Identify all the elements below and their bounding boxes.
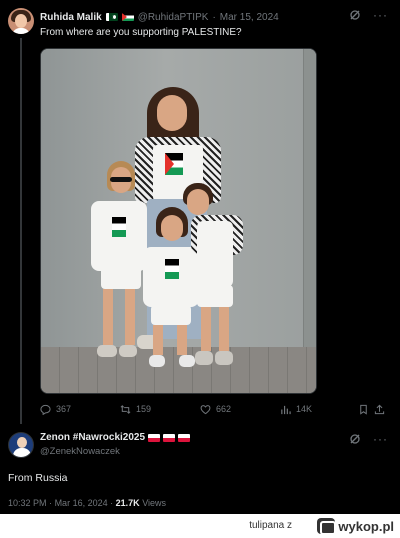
reply-time[interactable]: 10:32 PM bbox=[8, 498, 47, 508]
reply-author-name-row: Zenon #Nawrocki2025 bbox=[40, 432, 191, 443]
palestine-flag-icon bbox=[121, 13, 134, 21]
views-action[interactable]: 14K bbox=[280, 402, 312, 416]
poland-flag-icon bbox=[148, 433, 161, 442]
reply-text: From Russia bbox=[8, 472, 68, 484]
share-action[interactable] bbox=[374, 402, 385, 416]
footer-username[interactable]: tulipana bbox=[249, 520, 284, 531]
tweet-date[interactable]: Mar 15, 2024 bbox=[220, 12, 279, 23]
tweet-photo[interactable] bbox=[40, 48, 317, 394]
reply-views-count: 21.7K bbox=[115, 498, 140, 508]
tweet-text: From where are you supporting PALESTINE? bbox=[40, 27, 242, 38]
thread-line bbox=[20, 38, 22, 424]
reply-views-label: Views bbox=[142, 498, 167, 508]
heart-icon bbox=[200, 404, 211, 414]
bookmark-icon bbox=[360, 404, 367, 415]
wykop-footer: tulipana z wykop.pl bbox=[0, 514, 400, 538]
repost-action[interactable]: 159 bbox=[120, 402, 151, 416]
share-icon bbox=[374, 404, 385, 414]
original-tweet: Ruhida Malik @RuhidaPTIPK · Mar 15, 2024… bbox=[0, 0, 400, 424]
like-action[interactable]: 662 bbox=[200, 402, 231, 416]
repost-count: 159 bbox=[136, 404, 152, 414]
tweet-actions: 367 159 662 14K bbox=[40, 402, 385, 416]
reply-count: 367 bbox=[56, 404, 72, 414]
reply-date[interactable]: Mar 16, 2024 bbox=[55, 498, 108, 508]
author-handle[interactable]: @RuhidaPTIPK bbox=[138, 12, 209, 23]
bookmark-action[interactable] bbox=[358, 402, 369, 416]
more-options-icon[interactable]: ··· bbox=[373, 433, 388, 445]
meta-separator: · bbox=[49, 498, 53, 508]
grok-icon[interactable] bbox=[349, 9, 361, 21]
more-options-icon[interactable]: ··· bbox=[373, 9, 388, 21]
repost-icon bbox=[120, 404, 131, 414]
header-separator: · bbox=[212, 11, 216, 23]
avatar[interactable] bbox=[8, 8, 34, 34]
like-count: 662 bbox=[216, 404, 232, 414]
meta-separator: · bbox=[110, 498, 114, 508]
tweet-header: Ruhida Malik @RuhidaPTIPK · Mar 15, 2024 bbox=[40, 10, 279, 24]
reply-tweet: Zenon #Nawrocki2025 @ZenekNowaczek ··· F… bbox=[0, 424, 400, 514]
views-chart-icon bbox=[281, 405, 291, 414]
pakistan-flag-icon bbox=[105, 13, 118, 21]
reply-author-handle[interactable]: @ZenekNowaczek bbox=[40, 446, 120, 457]
wykop-logo-text: wykop.pl bbox=[338, 518, 394, 534]
poland-flag-icon bbox=[163, 433, 176, 442]
author-name[interactable]: Ruhida Malik bbox=[40, 12, 102, 23]
reply-meta: 10:32 PM · Mar 16, 2024 · 21.7K Views bbox=[8, 498, 166, 508]
footer-credit: tulipana z bbox=[249, 520, 292, 531]
reply-author-name[interactable]: Zenon #Nawrocki2025 bbox=[40, 432, 145, 443]
tweet-top-icons: ··· bbox=[349, 9, 388, 21]
poland-flag-icon bbox=[178, 433, 191, 442]
views-count: 14K bbox=[296, 404, 313, 414]
footer-connector: z bbox=[287, 520, 292, 531]
grok-icon[interactable] bbox=[349, 433, 361, 445]
avatar[interactable] bbox=[8, 432, 34, 458]
reply-action[interactable]: 367 bbox=[40, 402, 71, 416]
reply-icon bbox=[40, 404, 51, 415]
wykop-logo-icon bbox=[317, 518, 337, 535]
wykop-logo[interactable]: wykop.pl bbox=[317, 517, 394, 535]
reply-top-icons: ··· bbox=[349, 433, 388, 445]
